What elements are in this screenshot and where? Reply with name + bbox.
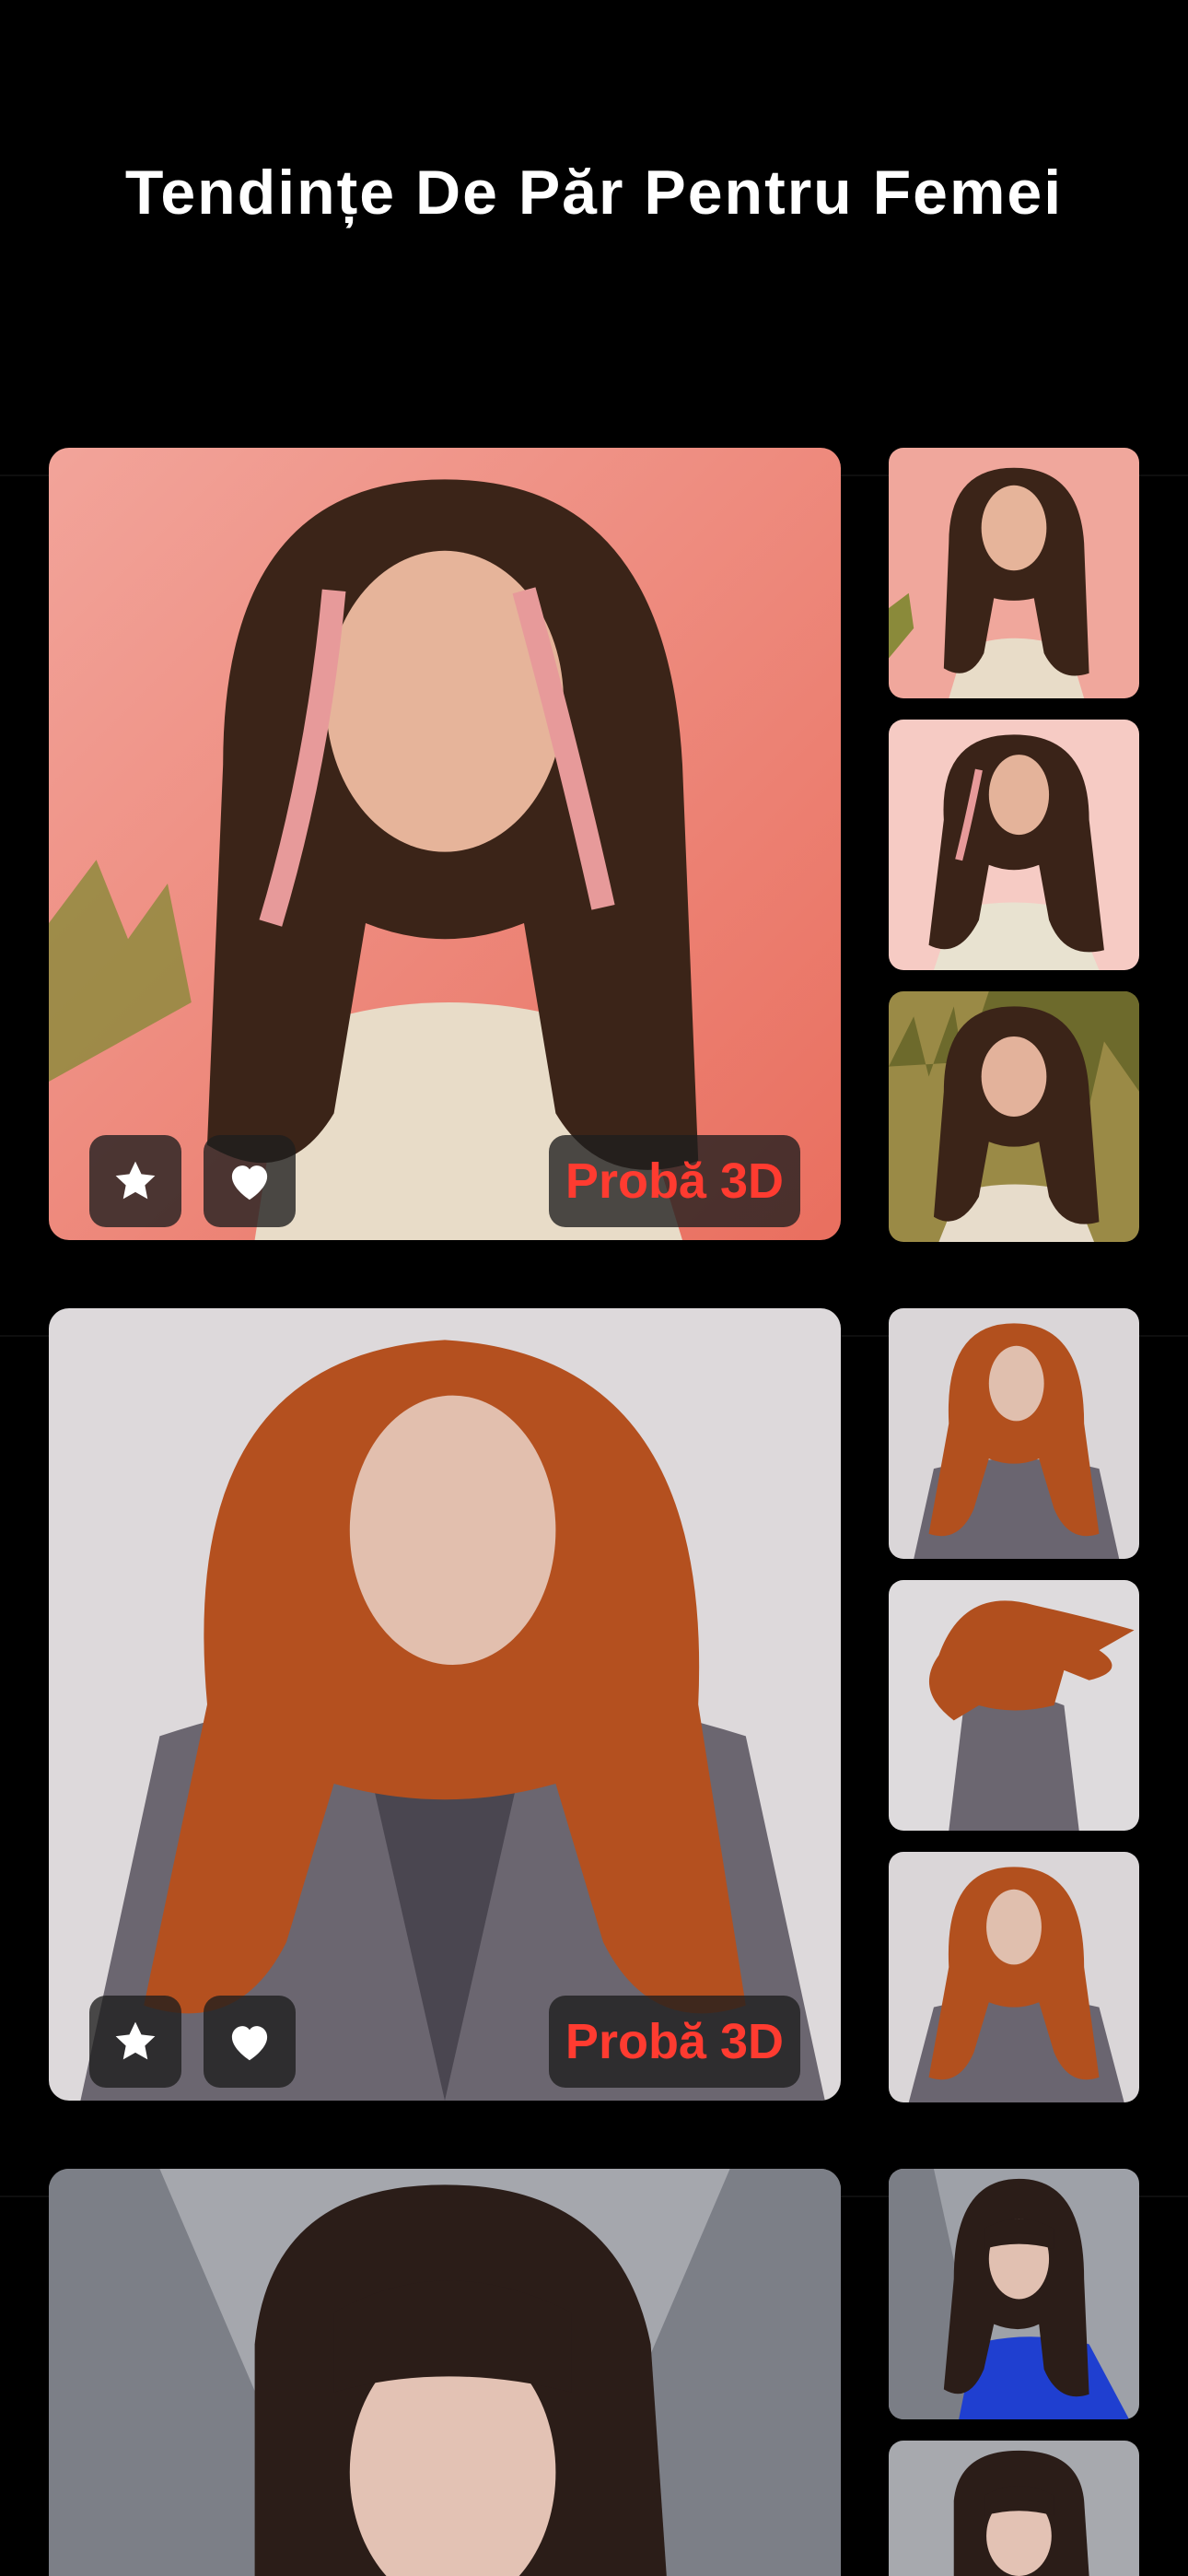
- thumbnail[interactable]: [889, 991, 1139, 1242]
- thumbnail-photo: [889, 2441, 1139, 2576]
- page-title: Tendințe De Păr Pentru Femei: [124, 158, 1064, 228]
- star-icon: [115, 2021, 156, 2060]
- look-card-copper-curls[interactable]: Probă 3D: [49, 1308, 841, 2101]
- thumbnail-photo: [889, 2169, 1139, 2419]
- thumbnail[interactable]: [889, 2441, 1139, 2576]
- thumbnail[interactable]: [889, 1852, 1139, 2102]
- thumbnail-photo: [889, 448, 1139, 698]
- look-card-pink-highlights[interactable]: Probă 3D: [49, 448, 841, 1240]
- main-photo: [49, 2169, 841, 2576]
- thumbnail-photo: [889, 1852, 1139, 2102]
- favorite-button[interactable]: [89, 1996, 181, 2088]
- thumbnail-photo: [889, 720, 1139, 970]
- look-card-dark-bangs[interactable]: [49, 2169, 841, 2576]
- like-button[interactable]: [204, 1135, 296, 1227]
- star-icon: [115, 1161, 156, 1200]
- thumbnail[interactable]: [889, 1308, 1139, 1559]
- main-photo: [49, 1308, 841, 2101]
- thumbnail[interactable]: [889, 2169, 1139, 2419]
- thumbnail[interactable]: [889, 1580, 1139, 1831]
- thumbnail[interactable]: [889, 448, 1139, 698]
- heart-icon: [231, 2026, 268, 2061]
- heart-icon: [231, 1165, 268, 1200]
- thumbnail-photo: [889, 991, 1139, 1242]
- like-button[interactable]: [204, 1996, 296, 2088]
- thumbnail[interactable]: [889, 720, 1139, 970]
- thumbnail-photo: [889, 1580, 1139, 1831]
- favorite-button[interactable]: [89, 1135, 181, 1227]
- try-3d-button[interactable]: Probă 3D: [548, 1996, 800, 2088]
- try-3d-button[interactable]: Probă 3D: [548, 1135, 800, 1227]
- thumbnail-photo: [889, 1308, 1139, 1559]
- main-photo: [49, 448, 841, 1240]
